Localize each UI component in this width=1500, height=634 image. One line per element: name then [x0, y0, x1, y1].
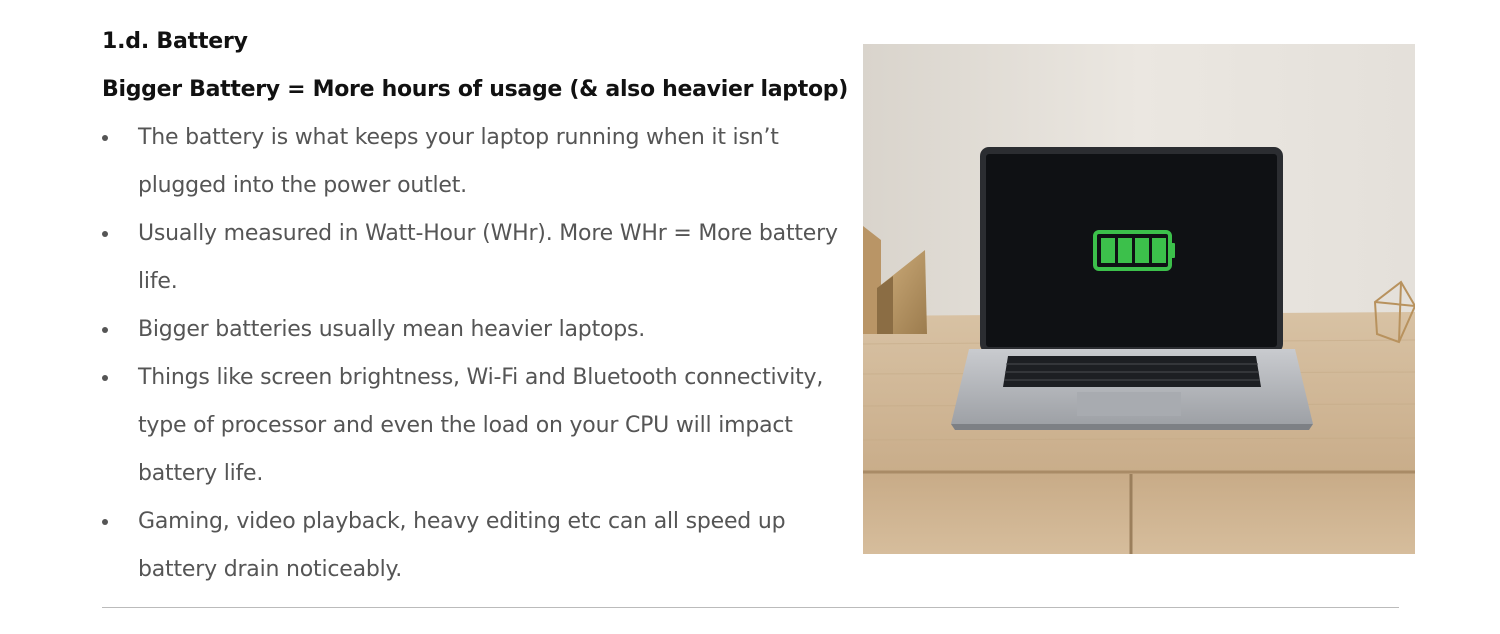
laptop-battery-photo — [863, 44, 1415, 554]
bullet-text: Things like screen brightness, Wi-Fi and… — [138, 365, 824, 486]
section-title: 1.d. Battery — [102, 29, 248, 54]
list-item: The battery is what keeps your laptop ru… — [102, 114, 842, 210]
list-item: Things like screen brightness, Wi-Fi and… — [102, 354, 842, 498]
bullet-dot-icon — [102, 231, 108, 237]
laptop-trackpad — [1077, 392, 1181, 416]
bullet-dot-icon — [102, 327, 108, 333]
bullet-dot-icon — [102, 135, 108, 141]
bullet-text: Usually measured in Watt-Hour (WHr). Mor… — [138, 221, 838, 294]
bullet-text: Bigger batteries usually mean heavier la… — [138, 317, 646, 342]
list-item: Usually measured in Watt-Hour (WHr). Mor… — [102, 210, 842, 306]
section-subtitle: Bigger Battery = More hours of usage (& … — [102, 77, 848, 102]
bullet-dot-icon — [102, 375, 108, 381]
divider-line — [102, 607, 1399, 608]
bullet-dot-icon — [102, 519, 108, 525]
desk-drawers — [863, 472, 1415, 554]
bullet-text: Gaming, video playback, heavy editing et… — [138, 509, 786, 582]
list-item: Bigger batteries usually mean heavier la… — [102, 306, 842, 354]
bullet-list: The battery is what keeps your laptop ru… — [102, 114, 842, 594]
list-item: Gaming, video playback, heavy editing et… — [102, 498, 842, 594]
bullet-text: The battery is what keeps your laptop ru… — [138, 125, 779, 198]
